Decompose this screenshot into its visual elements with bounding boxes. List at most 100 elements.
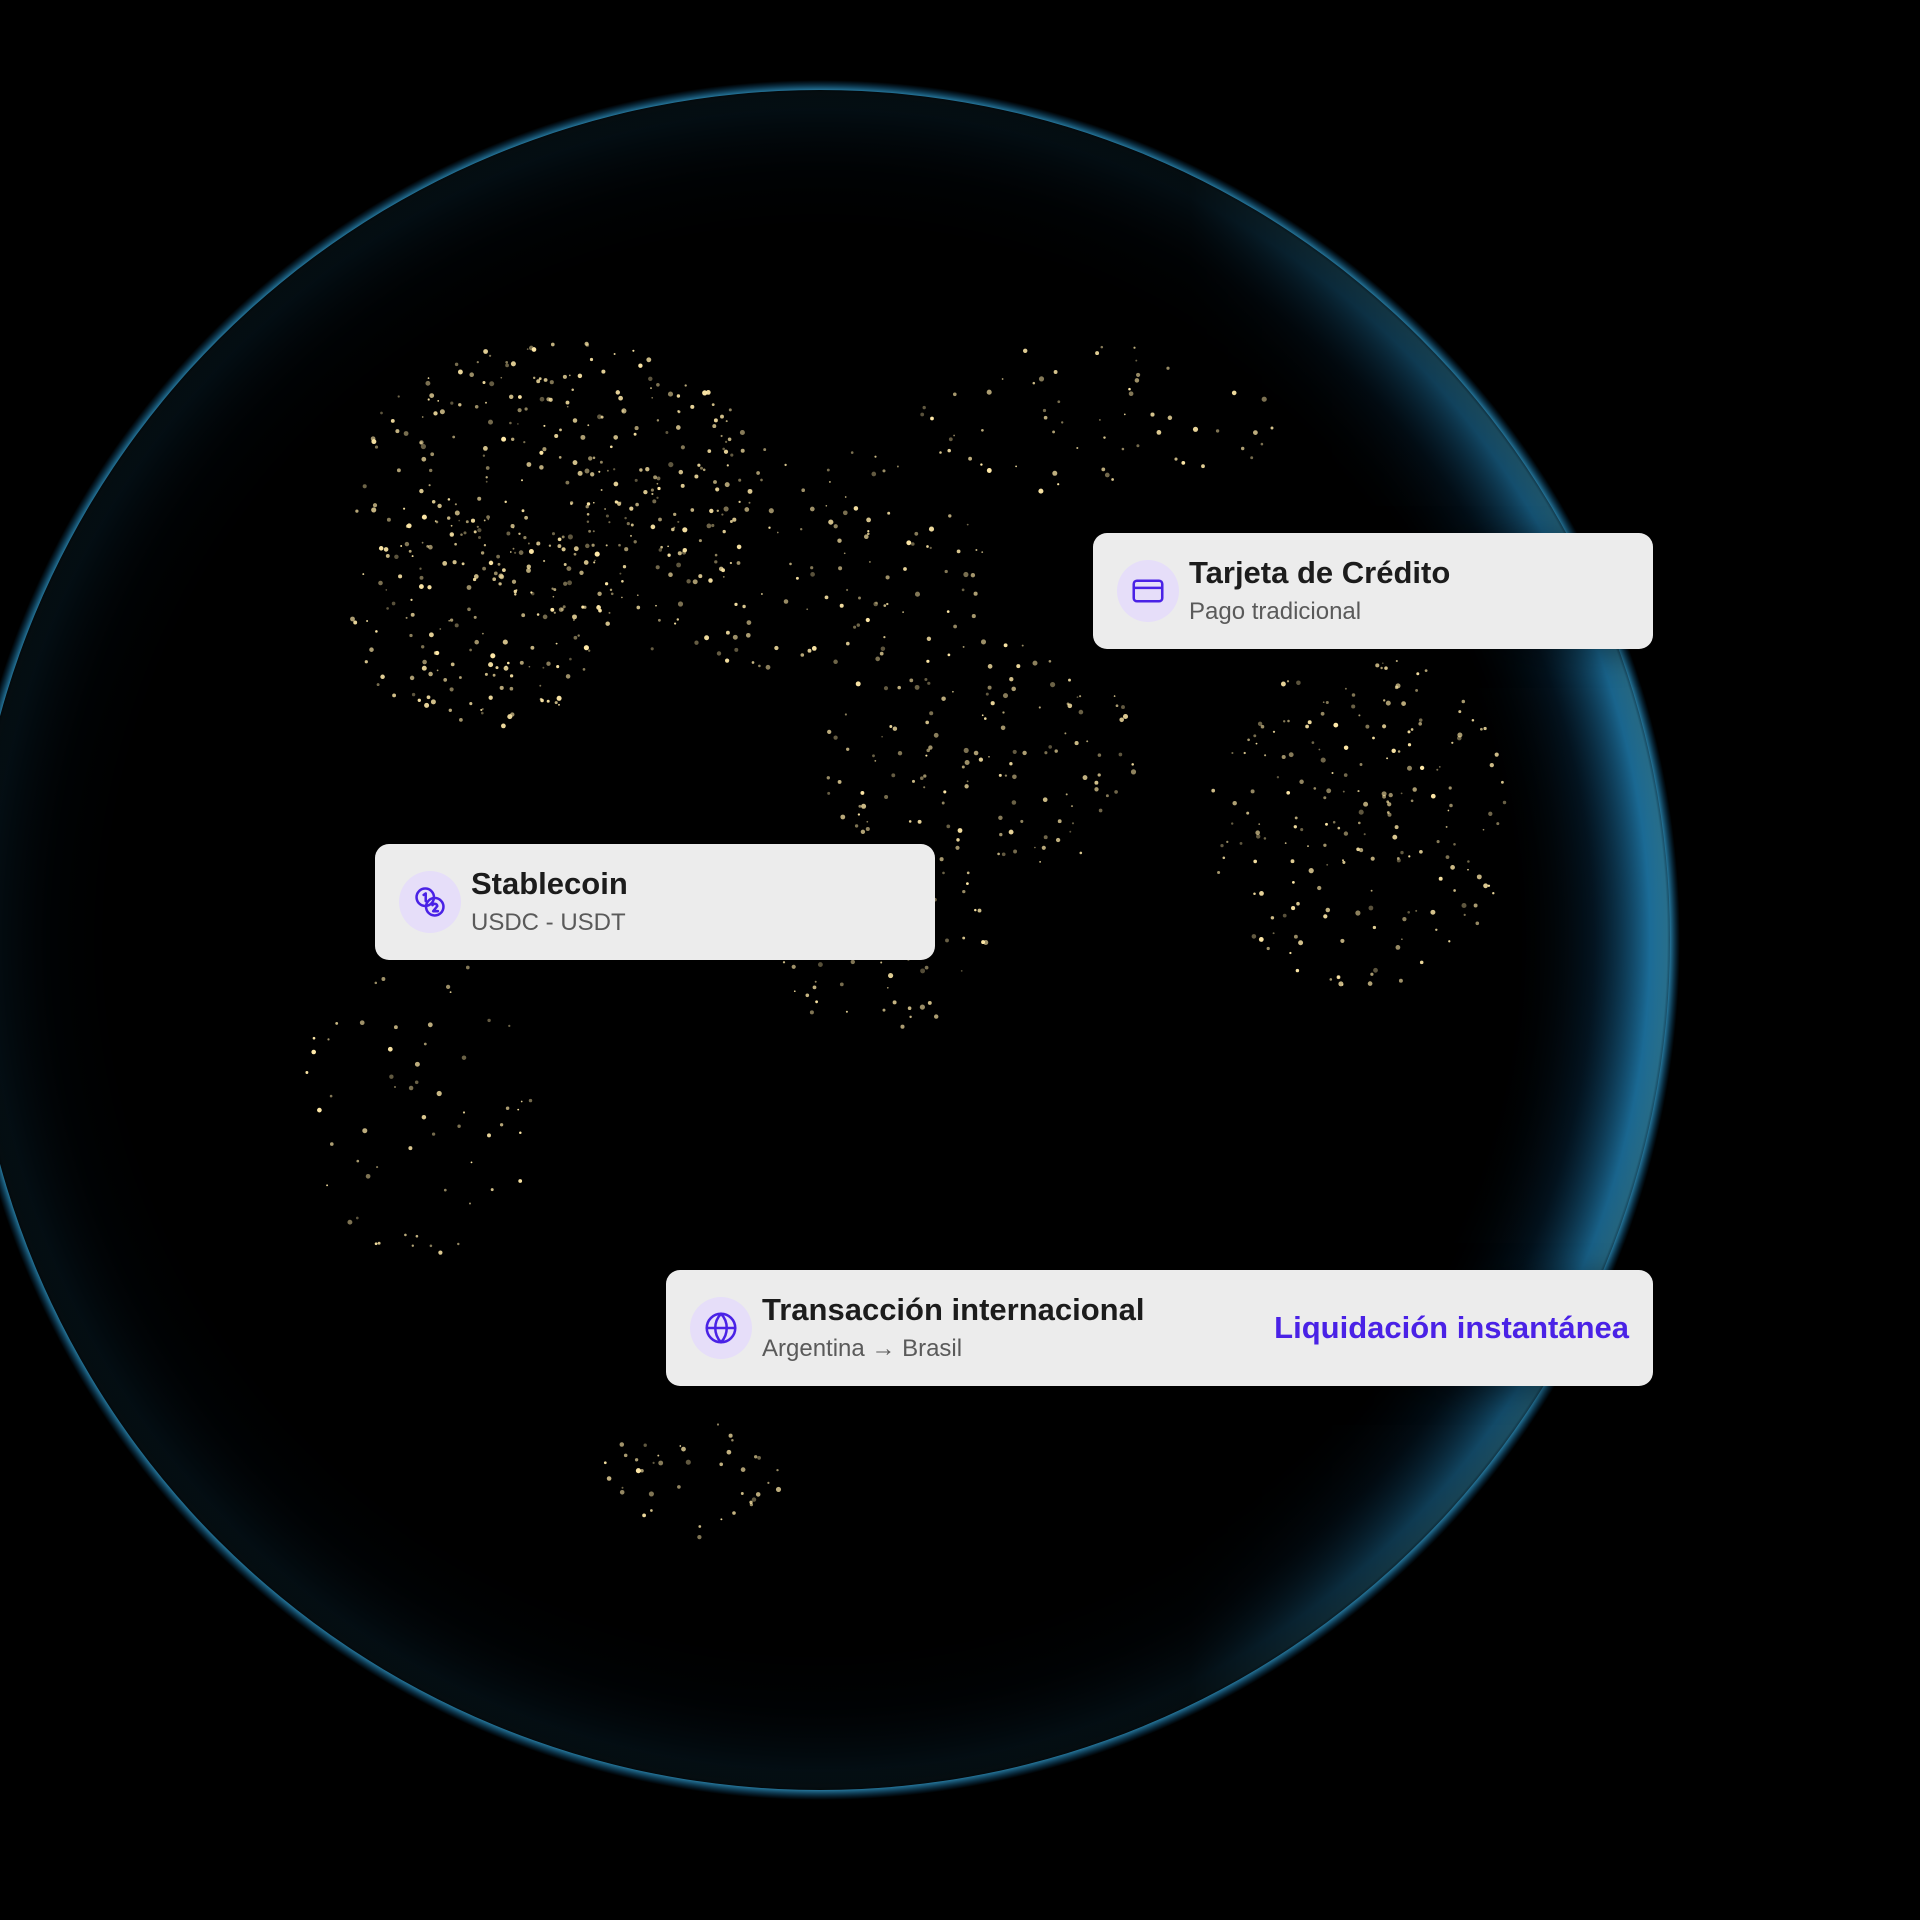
city-light-dot: [1298, 940, 1304, 946]
city-light-dot: [776, 1468, 779, 1472]
city-light-dot: [658, 517, 662, 522]
city-light-dot: [1231, 822, 1234, 825]
city-light-dot: [1042, 408, 1047, 413]
city-light-dot: [748, 501, 751, 504]
city-light-dot: [1032, 660, 1038, 666]
city-light-dot: [448, 619, 451, 622]
city-light-dot: [632, 349, 635, 352]
city-light-dot: [623, 1453, 628, 1458]
credit-card-payment-card[interactable]: Tarjeta de Crédito Pago tradicional: [1093, 533, 1653, 649]
city-light-dot: [1322, 701, 1325, 704]
city-light-dot: [973, 591, 978, 596]
city-light-dot: [690, 404, 695, 409]
city-light-dot: [726, 1449, 732, 1455]
city-light-dot: [421, 416, 424, 418]
city-light-dot: [562, 605, 566, 609]
city-light-dot: [1386, 800, 1390, 804]
city-light-dot: [521, 613, 526, 618]
city-light-dot: [347, 1219, 353, 1225]
city-light-dot: [586, 520, 590, 523]
city-light-dot: [1451, 741, 1454, 744]
city-light-dot: [776, 531, 779, 534]
city-light-dot: [677, 601, 684, 607]
city-light-dot: [1099, 419, 1101, 421]
city-light-dot: [458, 676, 462, 679]
city-light-dot: [1042, 797, 1048, 803]
city-light-dot: [394, 554, 399, 560]
city-light-dot: [1343, 773, 1348, 777]
city-light-dot: [389, 1074, 394, 1079]
city-light-dot: [700, 466, 703, 470]
city-light-dot: [1473, 903, 1478, 908]
city-light-dot: [449, 687, 454, 692]
city-light-dot: [1022, 348, 1028, 354]
city-light-dot: [1232, 800, 1237, 806]
city-light-dot: [421, 456, 427, 462]
city-light-dot: [1458, 710, 1462, 714]
city-light-dot: [1002, 693, 1009, 699]
city-light-dot: [1009, 677, 1014, 682]
city-light-dot: [643, 1443, 647, 1447]
city-light-dot: [509, 686, 514, 691]
city-light-dot: [1502, 800, 1507, 805]
city-light-dot: [466, 585, 472, 590]
city-light-dot: [880, 646, 886, 651]
city-light-dot: [1438, 876, 1443, 881]
city-light-dot: [971, 614, 976, 619]
city-light-dot: [566, 405, 569, 408]
city-light-dot: [907, 1006, 912, 1010]
city-light-dot: [839, 982, 844, 987]
city-light-dot: [594, 551, 600, 557]
stablecoin-payment-card[interactable]: Stablecoin USDC - USDT: [375, 844, 935, 960]
city-light-dot: [677, 410, 680, 413]
city-light-dot: [702, 390, 708, 396]
city-light-dot: [868, 560, 871, 563]
city-light-dot: [518, 1179, 523, 1183]
city-light-dot: [1343, 745, 1349, 750]
city-light-dot: [583, 605, 587, 609]
city-light-dot: [725, 630, 730, 635]
city-light-dot: [1038, 376, 1045, 382]
city-light-dot: [1076, 696, 1079, 698]
city-light-dot: [731, 1439, 734, 1442]
city-light-dot: [1317, 885, 1322, 891]
city-light-dot: [678, 469, 684, 475]
city-light-dot: [886, 986, 889, 989]
city-light-dot: [582, 668, 586, 671]
city-light-dot: [643, 489, 648, 495]
city-light-dot: [844, 496, 847, 498]
city-light-dot: [1363, 833, 1366, 836]
city-light-dot: [395, 429, 400, 434]
city-light-dot: [903, 567, 907, 571]
city-light-dot: [437, 503, 442, 509]
city-light-dot: [1136, 444, 1140, 448]
city-light-dot: [624, 516, 627, 520]
city-light-dot: [655, 565, 660, 570]
city-light-dot: [355, 509, 359, 513]
city-light-dot: [1325, 907, 1331, 913]
city-light-dot: [512, 547, 515, 550]
city-light-dot: [621, 1486, 624, 1489]
city-light-dot: [1296, 680, 1301, 686]
city-light-dot: [1296, 901, 1300, 906]
international-transaction-card[interactable]: Transacción internacional Argentina → Br…: [666, 1270, 1653, 1386]
city-light-dot: [860, 790, 865, 795]
city-light-dot: [720, 414, 724, 419]
city-light-dot: [923, 774, 927, 778]
city-light-dot: [1079, 695, 1082, 698]
city-light-dot: [806, 608, 809, 611]
city-light-dot: [458, 403, 462, 407]
city-light-dot: [1247, 738, 1250, 742]
city-light-dot: [1243, 751, 1246, 755]
city-light-dot: [981, 714, 984, 717]
city-light-dot: [1294, 816, 1298, 820]
city-light-dot: [417, 698, 421, 702]
city-light-dot: [603, 1461, 607, 1465]
city-light-dot: [374, 1242, 378, 1246]
city-light-dot: [1289, 951, 1292, 955]
city-light-dot: [454, 362, 459, 367]
city-light-dot: [558, 703, 560, 706]
city-light-dot: [487, 1133, 491, 1138]
city-light-dot: [861, 803, 867, 809]
city-light-dot: [1407, 911, 1410, 914]
